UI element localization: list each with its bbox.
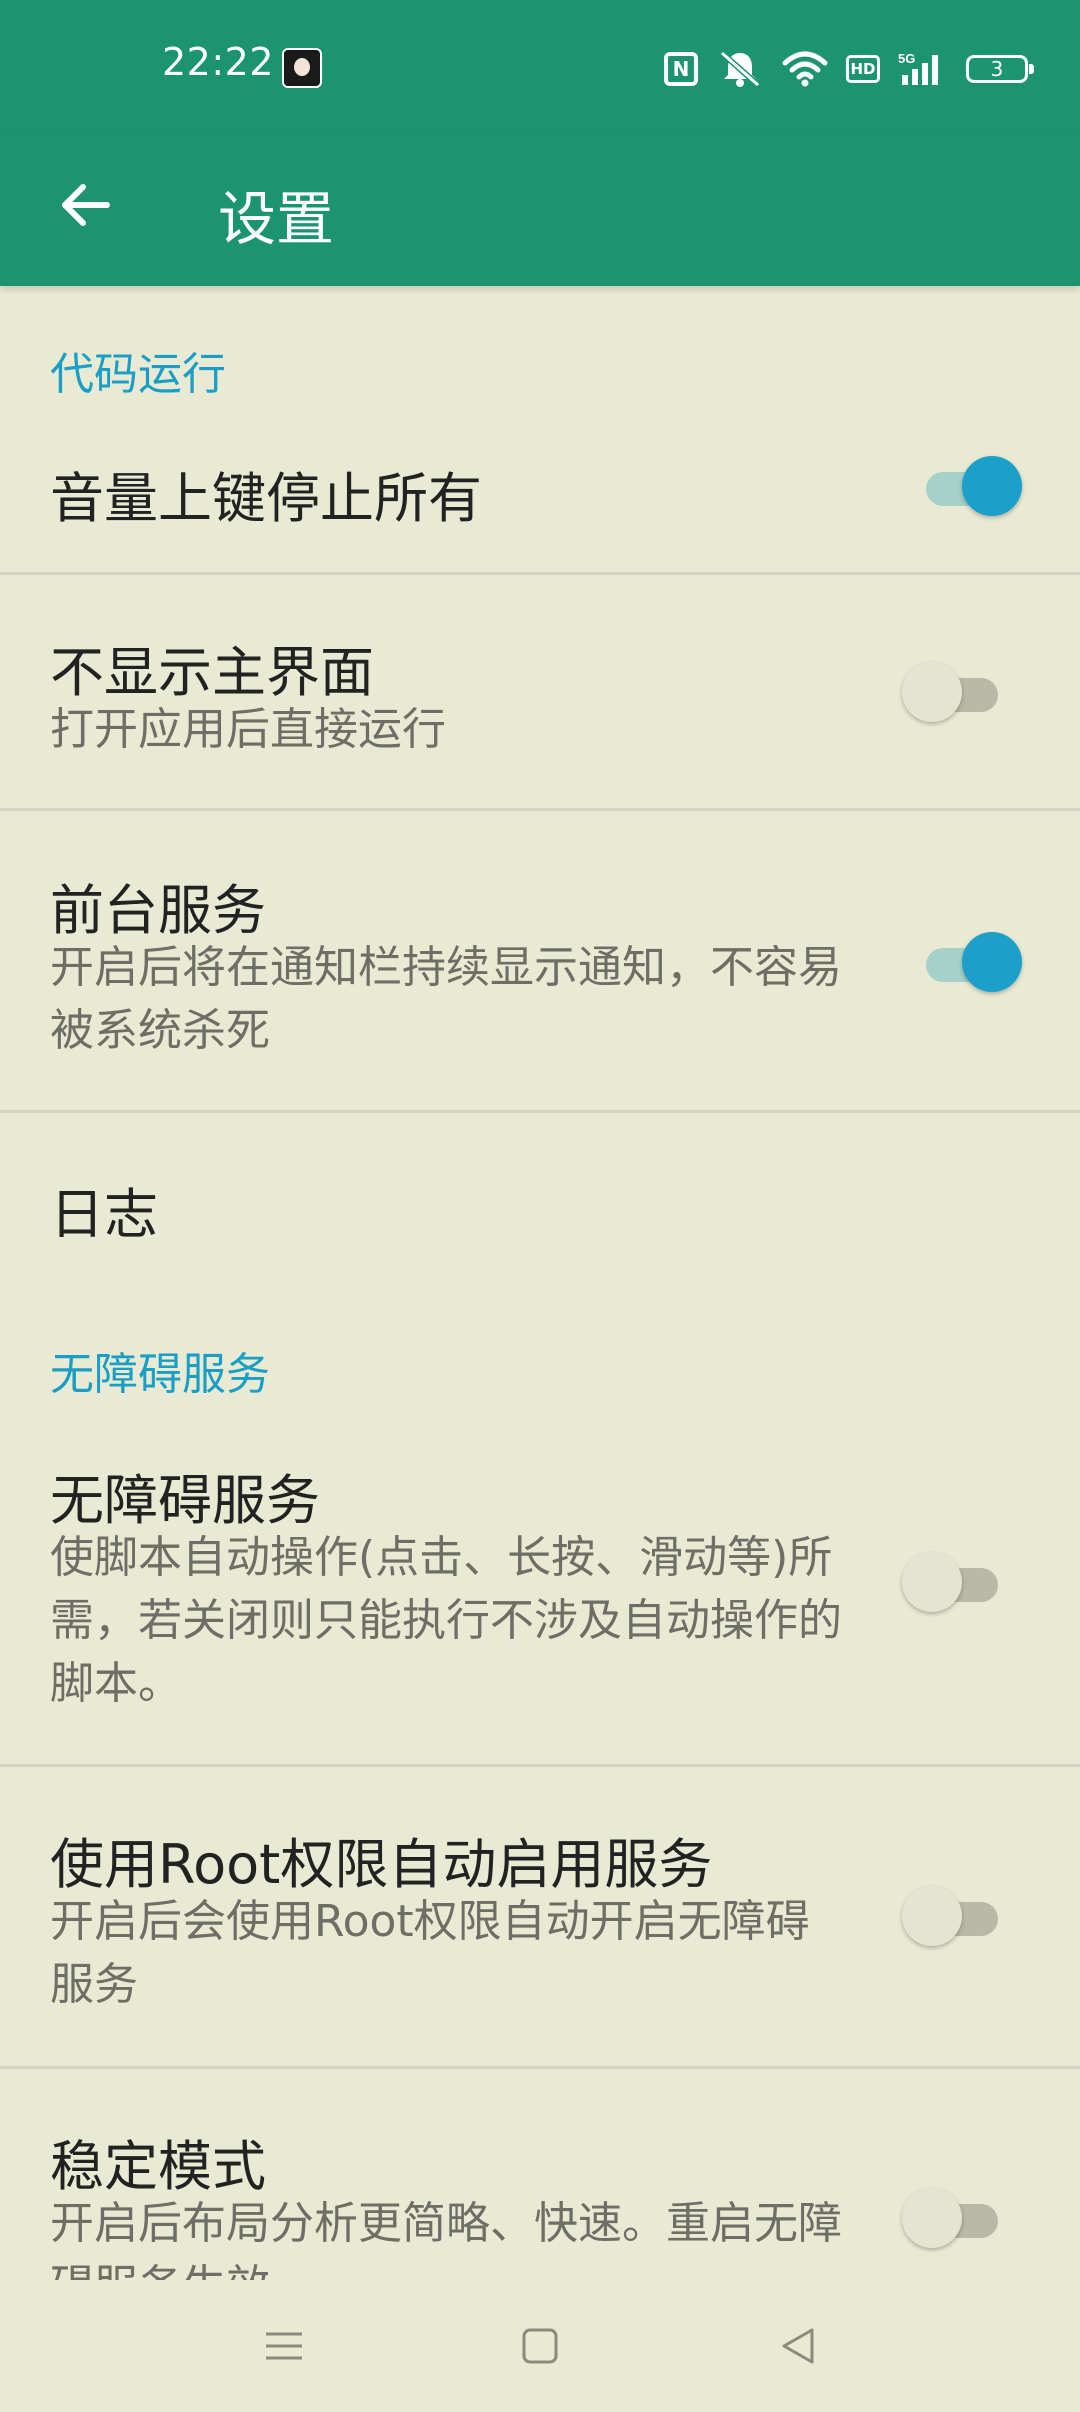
pref-summary: 开启后会使用Root权限自动开启无障碍服务: [50, 1896, 810, 2010]
pref-title: 无障碍服务: [50, 1469, 320, 1532]
home-icon: [522, 2328, 558, 2364]
switch-thumb: [962, 932, 1022, 992]
pref-title: 前台服务: [50, 879, 266, 942]
nfc-icon: N: [664, 52, 698, 86]
section-header-code-run: 代码运行: [50, 349, 226, 400]
divider: [0, 808, 1080, 811]
status-icons: N HD 5G 3: [664, 44, 1034, 94]
avatar-icon: [282, 48, 322, 88]
pref-summary: 开启后将在通知栏持续显示通知，不容易被系统杀死: [50, 942, 842, 1056]
switch-thumb: [962, 456, 1022, 516]
menu-button[interactable]: [244, 2306, 324, 2386]
pref-summary: 使脚本自动操作(点击、长按、滑动等)所需，若关闭则只能执行不涉及自动操作的脚本。: [50, 1532, 842, 1709]
back-button[interactable]: [40, 160, 130, 250]
navigation-bar: [0, 2280, 1080, 2412]
menu-icon: [266, 2332, 302, 2360]
page-title: 设置: [218, 185, 335, 253]
mute-icon: [716, 49, 764, 89]
section-header-accessibility: 无障碍服务: [50, 1349, 270, 1400]
switch-thumb: [902, 1552, 962, 1612]
switch-thumb: [902, 2188, 962, 2248]
home-button[interactable]: [500, 2306, 580, 2386]
divider: [0, 1110, 1080, 1113]
pref-title: 音量上键停止所有: [50, 467, 482, 530]
divider: [0, 572, 1080, 575]
svg-text:5G: 5G: [898, 51, 915, 66]
back-nav-button[interactable]: [758, 2306, 838, 2386]
wifi-icon: [782, 51, 828, 87]
pref-summary: 打开应用后直接运行: [50, 704, 446, 755]
settings-list[interactable]: 代码运行 音量上键停止所有 不显示主界面 打开应用后直接运行 前台服务 开启后将…: [0, 286, 1080, 2280]
pref-title: 日志: [50, 1183, 158, 1246]
switch-accessibility[interactable]: [902, 1550, 1022, 1616]
switch-thumb: [902, 662, 962, 722]
status-bar: 22:22 N HD 5G 3: [0, 0, 1080, 136]
pref-summary: 开启后布局分析更简略、快速。重启无障碍服务生效: [50, 2198, 842, 2280]
pref-title: 稳定模式: [50, 2135, 266, 2198]
app-bar: 设置: [0, 136, 1080, 286]
battery-icon: 3: [966, 55, 1034, 83]
pref-title: 使用Root权限自动启用服务: [50, 1833, 713, 1896]
arrow-left-icon: [62, 184, 110, 226]
switch-hide-main[interactable]: [902, 660, 1022, 726]
divider: [0, 2066, 1080, 2069]
switch-stable-mode[interactable]: [902, 2186, 1022, 2252]
back-icon: [782, 2328, 814, 2364]
switch-foreground-service[interactable]: [902, 930, 1022, 996]
hd-icon: HD: [846, 55, 880, 83]
switch-volume-stop[interactable]: [902, 454, 1022, 520]
divider: [0, 1764, 1080, 1767]
pref-title: 不显示主界面: [50, 641, 374, 704]
switch-thumb: [902, 1886, 962, 1946]
status-time: 22:22: [162, 40, 275, 84]
switch-root-auto-enable[interactable]: [902, 1884, 1022, 1950]
signal-5g-icon: 5G: [898, 51, 948, 87]
